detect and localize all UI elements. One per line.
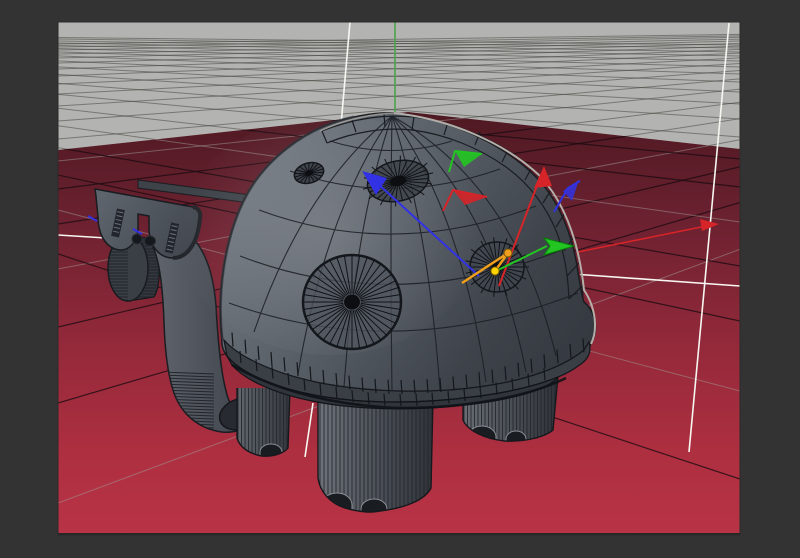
app-window [0,0,800,558]
origin-dot [491,267,499,275]
viewport-canvas[interactable] [0,0,800,558]
handle-dot [504,249,512,257]
bracket-knob-right [145,236,156,246]
vent-disc-large [303,255,401,349]
bracket-knob-left [132,234,142,244]
leg-left [237,388,290,458]
leg-center [318,398,433,514]
